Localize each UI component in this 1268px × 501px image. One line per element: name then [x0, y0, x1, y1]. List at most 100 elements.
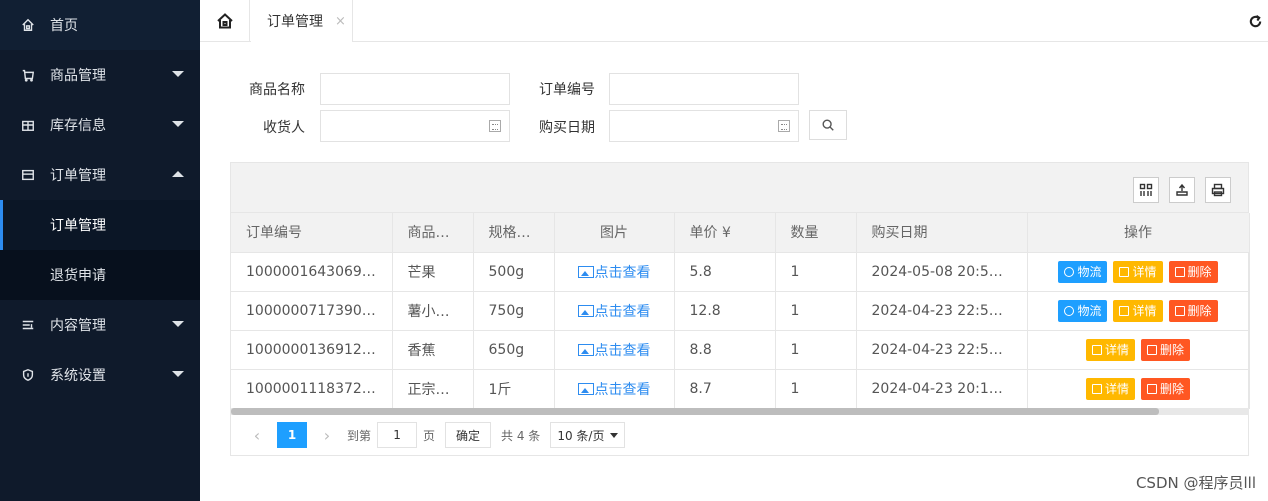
delete-button[interactable]: 删除	[1141, 338, 1191, 361]
column-header[interactable]: 购买日期	[856, 213, 1028, 253]
table-row: 1000001643069051 芒果 500g 点击查看 5.8 1 2024…	[231, 252, 1250, 292]
product-name-label: 商品名称	[249, 82, 305, 98]
sidebar-subitem-returns[interactable]: 退货申请	[0, 250, 200, 300]
column-header[interactable]: 规格…	[473, 213, 555, 253]
detail-label: 详情	[1104, 342, 1129, 357]
calendar-icon	[778, 120, 790, 132]
sidebar-item-label: 库存信息	[50, 118, 106, 134]
logistics-button[interactable]: 物流	[1058, 299, 1108, 322]
delete-button[interactable]: 删除	[1168, 260, 1218, 283]
image-icon	[577, 343, 594, 356]
column-header[interactable]: 数量	[775, 213, 857, 253]
image-link[interactable]: 点击查看	[554, 330, 675, 370]
chevron-right-icon[interactable]: ›	[313, 426, 341, 445]
product-cell: 正宗…	[392, 369, 474, 409]
table-header-row: 订单编号 商品… 规格… 图片 单价 ¥ 数量 购买日期 操作	[231, 213, 1250, 253]
goto-page-input[interactable]: 1	[377, 422, 418, 448]
order-table-panel: 订单编号 商品… 规格… 图片 单价 ¥ 数量 购买日期 操作 10000016…	[230, 162, 1250, 456]
scrollbar-thumb[interactable]	[231, 408, 1159, 415]
goto-confirm-button[interactable]: 确定	[445, 422, 492, 448]
qty-cell: 1	[775, 291, 857, 331]
trash-icon	[1147, 383, 1157, 394]
detail-button[interactable]: 详情	[1085, 338, 1135, 361]
price-cell: 8.7	[674, 369, 776, 409]
receiver-input[interactable]	[320, 110, 510, 142]
sidebar-item-products[interactable]: 商品管理	[0, 50, 200, 100]
column-header[interactable]: 商品…	[392, 213, 474, 253]
print-button[interactable]	[1205, 177, 1231, 203]
actions-cell: 详情 删除	[1027, 369, 1250, 409]
logistics-label: 物流	[1077, 264, 1102, 279]
sidebar-item-content[interactable]: 内容管理	[0, 300, 200, 350]
export-button[interactable]	[1169, 177, 1195, 203]
sidebar-item-orders[interactable]: 订单管理	[0, 150, 200, 200]
home-icon	[216, 13, 233, 29]
date-cell: 2024-05-08 20:56:41	[856, 252, 1028, 292]
actions-cell: 物流 详情 删除	[1027, 252, 1250, 292]
logistics-button[interactable]: 物流	[1058, 260, 1108, 283]
page-size-select[interactable]: 10 条/页	[550, 422, 626, 448]
order-no-label: 订单编号	[539, 82, 595, 98]
table-row: 1000001118372866 正宗… 1斤 点击查看 8.7 1 2024-…	[231, 369, 1250, 409]
table-row: 1000000717390081 薯小… 750g 点击查看 12.8 1 20…	[231, 291, 1250, 331]
actions-cell: 详情 删除	[1027, 330, 1250, 370]
image-icon	[577, 304, 594, 317]
tab-order-management[interactable]: 订单管理 ×	[251, 0, 353, 42]
chevron-left-icon[interactable]: ‹	[243, 426, 271, 445]
order-no-cell: 1000001643069051	[231, 252, 393, 292]
spec-cell: 750g	[473, 291, 555, 331]
page-current[interactable]: 1	[277, 422, 307, 448]
home-tab[interactable]	[200, 0, 250, 42]
chevron-down-icon	[172, 371, 184, 377]
image-link[interactable]: 点击查看	[554, 291, 675, 331]
refresh-button[interactable]	[1242, 0, 1268, 42]
table-row: 1000000136912157 香蕉 650g 点击查看 8.8 1 2024…	[231, 330, 1250, 370]
refresh-icon	[1249, 14, 1261, 27]
close-icon[interactable]: ×	[335, 14, 346, 29]
delete-label: 删除	[1187, 264, 1212, 279]
clock-icon	[1064, 305, 1075, 316]
horizontal-scrollbar[interactable]	[231, 408, 1249, 415]
detail-button[interactable]: 详情	[1113, 260, 1163, 283]
sidebar-item-home[interactable]: 首页	[0, 0, 200, 50]
layers-icon	[1091, 383, 1102, 394]
image-link-label: 点击查看	[594, 303, 651, 320]
trash-icon	[1147, 344, 1157, 355]
trash-icon	[1174, 305, 1185, 316]
column-header[interactable]: 订单编号	[231, 213, 393, 253]
column-header[interactable]: 操作	[1027, 213, 1250, 253]
order-no-cell: 1000000136912157	[231, 330, 393, 370]
qty-cell: 1	[775, 330, 857, 370]
sidebar-item-inventory[interactable]: 库存信息	[0, 100, 200, 150]
purchase-date-input[interactable]	[609, 110, 799, 142]
layers-icon	[1119, 266, 1130, 277]
price-cell: 12.8	[674, 291, 776, 331]
detail-button[interactable]: 详情	[1113, 299, 1163, 322]
sidebar-item-settings[interactable]: 系统设置	[0, 350, 200, 400]
column-header[interactable]: 图片	[554, 213, 675, 253]
sidebar-subitem-order-management[interactable]: 订单管理	[0, 200, 200, 250]
delete-button[interactable]: 删除	[1168, 299, 1218, 322]
shield-icon	[20, 367, 36, 383]
chevron-down-icon	[172, 71, 184, 77]
columns-button[interactable]	[1133, 177, 1159, 203]
product-name-input[interactable]	[320, 73, 510, 105]
list-icon	[20, 317, 36, 333]
sidebar-item-label: 退货申请	[50, 268, 106, 284]
detail-button[interactable]: 详情	[1085, 377, 1135, 400]
image-link[interactable]: 点击查看	[554, 369, 675, 409]
column-header[interactable]: 单价 ¥	[674, 213, 776, 253]
chevron-down-icon	[172, 121, 184, 127]
tab-bar: 订单管理 ×	[200, 0, 1268, 42]
sidebar-item-label: 订单管理	[50, 168, 106, 184]
search-button[interactable]	[809, 110, 847, 140]
delete-button[interactable]: 删除	[1141, 377, 1191, 400]
export-icon	[1176, 183, 1188, 196]
inventory-icon	[20, 117, 36, 133]
order-no-input[interactable]	[609, 73, 799, 105]
date-cell: 2024-04-23 22:53:31	[856, 330, 1028, 370]
image-link-label: 点击查看	[594, 381, 651, 398]
print-icon	[1211, 183, 1225, 197]
image-link[interactable]: 点击查看	[554, 252, 675, 292]
image-icon	[577, 265, 594, 278]
